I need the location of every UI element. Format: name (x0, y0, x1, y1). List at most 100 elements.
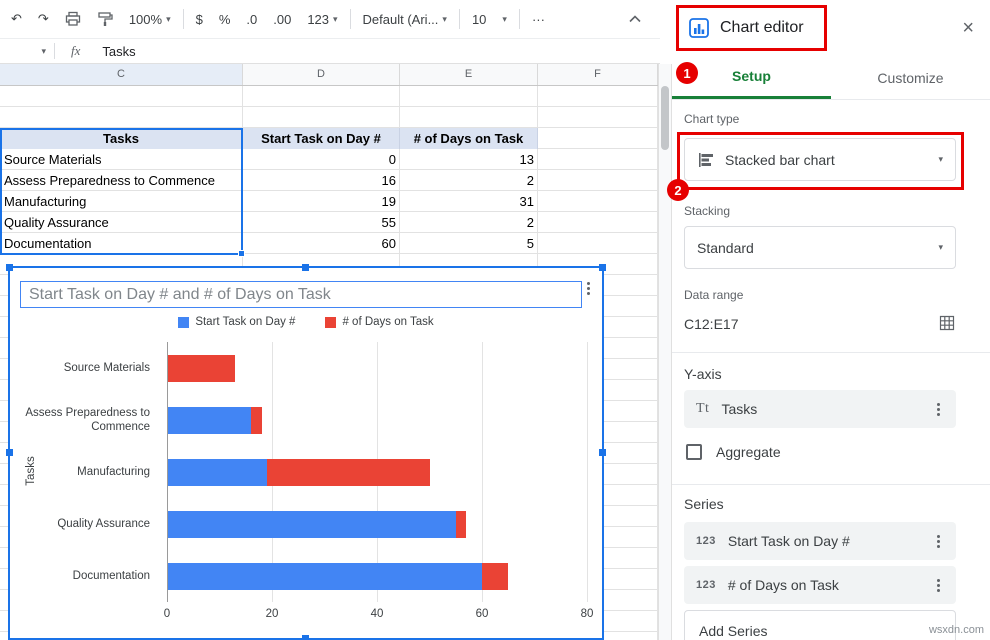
series-value: Start Task on Day # (728, 533, 850, 549)
chart-type-value: Stacked bar chart (725, 152, 835, 168)
table-header-cell[interactable]: Start Task on Day # (243, 128, 400, 149)
gridline (587, 342, 588, 602)
aggregate-row: Aggregate (686, 444, 781, 460)
annotation-step-2: 2 (667, 179, 689, 201)
section-divider (672, 352, 990, 353)
resize-handle[interactable] (302, 635, 309, 640)
section-divider (672, 484, 990, 485)
bar-segment (167, 459, 267, 486)
add-series-button[interactable]: Add Series (684, 610, 956, 640)
panel-title: Chart editor (720, 19, 804, 37)
resize-handle[interactable] (599, 449, 606, 456)
panel-header: Chart editor × (672, 0, 990, 56)
grid-icon (938, 314, 956, 332)
kebab-menu-icon[interactable] (932, 533, 944, 550)
sheet-cell[interactable]: 0 (243, 149, 400, 170)
stacked-bar-chart-icon (697, 151, 715, 169)
resize-handle[interactable] (599, 264, 606, 271)
bar-segment (251, 407, 262, 434)
legend-item: Start Task on Day # (178, 316, 295, 328)
x-tick-label: 20 (266, 608, 279, 620)
sheet-cell[interactable]: Source Materials (0, 149, 243, 170)
text-type-icon: Tt (696, 401, 709, 417)
stacking-label: Stacking (684, 204, 730, 218)
series-field[interactable]: 123 # of Days on Task (684, 566, 956, 604)
fill-handle[interactable] (238, 250, 245, 257)
sheet-cell[interactable]: 19 (243, 191, 400, 212)
legend-label: Start Task on Day # (195, 316, 295, 328)
bar-segment (167, 563, 482, 590)
select-range-button[interactable] (938, 314, 956, 335)
resize-handle[interactable] (302, 264, 309, 271)
bar-row (167, 342, 587, 394)
x-tick-label: 60 (476, 608, 489, 620)
y-axis-field[interactable]: Tt Tasks (684, 390, 956, 428)
legend-swatch-red (325, 317, 336, 328)
resize-handle[interactable] (6, 449, 13, 456)
series-field[interactable]: 123 Start Task on Day # (684, 522, 956, 560)
stacking-dropdown[interactable]: Standard ▾ (684, 226, 956, 269)
watermark: wsxdn.com (929, 624, 984, 636)
chart-plot (167, 342, 587, 602)
bar-row (167, 550, 587, 602)
table-header-cell[interactable]: Tasks (0, 128, 243, 149)
chart-editor-icon (688, 17, 710, 39)
chart-x-ticks: 020406080 (167, 608, 587, 624)
bar-row (167, 394, 587, 446)
tab-customize[interactable]: Customize (831, 56, 990, 99)
data-range-row[interactable]: C12:E17 (684, 310, 956, 338)
number-type-icon: 123 (696, 535, 716, 547)
bar-segment (267, 459, 430, 486)
chart-menu-button[interactable] (582, 280, 594, 302)
chart-editor-panel: Chart editor × Setup Customize Chart typ… (672, 0, 990, 640)
scrollbar-thumb[interactable] (661, 86, 669, 150)
vertical-scrollbar[interactable] (658, 64, 672, 640)
sheet-cell[interactable]: 13 (400, 149, 538, 170)
close-icon[interactable]: × (962, 18, 974, 38)
sheet-cell[interactable]: 2 (400, 212, 538, 233)
chart-title[interactable]: Start Task on Day # and # of Days on Tas… (20, 281, 582, 308)
sheet-cell[interactable]: Assess Preparedness to Commence (0, 170, 243, 191)
chart-type-label: Chart type (684, 112, 739, 126)
embedded-chart[interactable]: Start Task on Day # and # of Days on Tas… (8, 266, 604, 640)
sheet-cell[interactable]: 31 (400, 191, 538, 212)
google-sheets-app: ↶ ↷ 100% ▾ $ % .0 .00 123 ▾ Default (Ari… (0, 0, 990, 640)
sheet-cell[interactable]: Documentation (0, 233, 243, 254)
sheet-cell[interactable]: 2 (400, 170, 538, 191)
kebab-menu-icon (582, 280, 594, 297)
sheet-cell[interactable]: 16 (243, 170, 400, 191)
gridline (167, 342, 168, 602)
sheet-cell[interactable]: 60 (243, 233, 400, 254)
category-label: Documentation (14, 550, 160, 602)
number-type-icon: 123 (696, 579, 716, 591)
kebab-menu-icon[interactable] (932, 401, 944, 418)
stacking-value: Standard (697, 240, 754, 256)
chart-plot-rows (167, 342, 587, 602)
sheet-cell[interactable]: 55 (243, 212, 400, 233)
sheet-cell[interactable]: Quality Assurance (0, 212, 243, 233)
table-header-cell[interactable]: # of Days on Task (400, 128, 538, 149)
bar-segment (482, 563, 508, 590)
legend-item: # of Days on Task (325, 316, 433, 328)
bar-row (167, 498, 587, 550)
resize-handle[interactable] (6, 264, 13, 271)
annotation-step-1: 1 (676, 62, 698, 84)
series-section-label: Series (684, 496, 724, 512)
bar-row (167, 446, 587, 498)
bar-segment (167, 355, 235, 382)
chevron-down-icon: ▾ (938, 154, 943, 165)
x-tick-label: 0 (164, 608, 170, 620)
y-axis-section-label: Y-axis (684, 366, 722, 382)
aggregate-label: Aggregate (716, 444, 781, 460)
category-label: Source Materials (14, 342, 160, 394)
chart-type-dropdown[interactable]: Stacked bar chart ▾ (684, 138, 956, 181)
y-axis-value: Tasks (721, 401, 757, 417)
chart-legend: Start Task on Day # # of Days on Task (10, 316, 602, 328)
series-value: # of Days on Task (728, 577, 839, 593)
data-range-value: C12:E17 (684, 316, 738, 332)
bar-segment (167, 511, 456, 538)
sheet-cell[interactable]: 5 (400, 233, 538, 254)
kebab-menu-icon[interactable] (932, 577, 944, 594)
aggregate-checkbox[interactable] (686, 444, 702, 460)
sheet-cell[interactable]: Manufacturing (0, 191, 243, 212)
